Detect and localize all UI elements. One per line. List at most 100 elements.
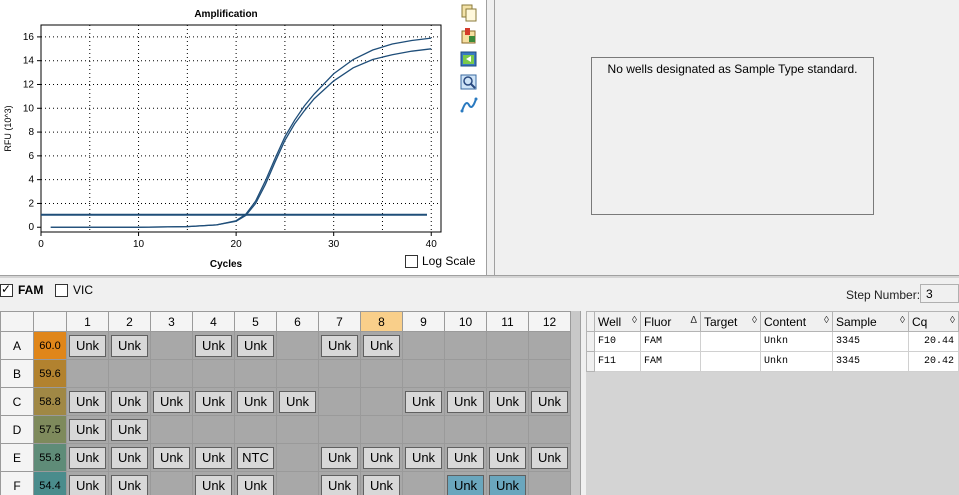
plate-well[interactable]: [150, 359, 193, 388]
plate-well[interactable]: Unk: [150, 443, 193, 472]
plate-well[interactable]: Unk: [528, 387, 571, 416]
plate-well[interactable]: [528, 359, 571, 388]
plate-well[interactable]: [360, 387, 403, 416]
plate-well[interactable]: [360, 359, 403, 388]
plate-row-header[interactable]: E: [0, 443, 34, 472]
plate-well[interactable]: [276, 415, 319, 444]
plate-well[interactable]: [192, 359, 235, 388]
well-button[interactable]: Unk: [279, 390, 316, 413]
well-button[interactable]: NTC: [237, 446, 274, 469]
plate-well[interactable]: [318, 359, 361, 388]
well-button[interactable]: Unk: [111, 334, 148, 357]
plate-well[interactable]: [486, 359, 529, 388]
well-button[interactable]: Unk: [153, 390, 190, 413]
step-number-field[interactable]: 3: [920, 284, 959, 303]
plate-well[interactable]: NTC: [234, 443, 277, 472]
plate-well[interactable]: Unk: [276, 387, 319, 416]
well-button[interactable]: Unk: [237, 390, 274, 413]
log-scale-checkbox[interactable]: [405, 254, 418, 268]
plate-column-10[interactable]: 10: [444, 311, 487, 332]
plate-column-5[interactable]: 5: [234, 311, 277, 332]
well-button[interactable]: Unk: [237, 334, 274, 357]
plate-row-header[interactable]: F: [0, 471, 34, 495]
plate-column-12[interactable]: 12: [528, 311, 571, 332]
plate-column-1[interactable]: 1: [66, 311, 109, 332]
plate-column-2[interactable]: 2: [108, 311, 151, 332]
results-col-fluor[interactable]: Fluor Δ: [640, 311, 701, 332]
horizontal-splitter[interactable]: [0, 275, 959, 278]
plate-column-6[interactable]: 6: [276, 311, 319, 332]
plate-well[interactable]: [108, 359, 151, 388]
row-indicator[interactable]: [586, 331, 595, 352]
log-scale-toggle[interactable]: Log Scale: [405, 254, 475, 268]
plate-well[interactable]: Unk: [486, 387, 529, 416]
plate-well[interactable]: Unk: [318, 331, 361, 360]
well-button[interactable]: Unk: [69, 474, 106, 495]
well-button[interactable]: Unk: [447, 474, 484, 495]
vertical-splitter[interactable]: [487, 0, 495, 275]
plate-well[interactable]: Unk: [318, 443, 361, 472]
well-button[interactable]: Unk: [489, 446, 526, 469]
plate-well[interactable]: Unk: [360, 331, 403, 360]
plate-well[interactable]: [150, 415, 193, 444]
well-button[interactable]: Unk: [321, 334, 358, 357]
plate-column-3[interactable]: 3: [150, 311, 193, 332]
plate-well[interactable]: Unk: [108, 387, 151, 416]
plate-well[interactable]: [528, 331, 571, 360]
well-button[interactable]: Unk: [489, 474, 526, 495]
plate-well[interactable]: [402, 331, 445, 360]
plate-well[interactable]: Unk: [528, 443, 571, 472]
plate-well[interactable]: [444, 415, 487, 444]
results-col-target[interactable]: Target ◊: [700, 311, 761, 332]
plate-well[interactable]: [318, 387, 361, 416]
fam-checkbox[interactable]: [0, 282, 13, 297]
plate-well[interactable]: [444, 359, 487, 388]
plate-well[interactable]: [150, 471, 193, 495]
plate-well[interactable]: [318, 415, 361, 444]
plate-well[interactable]: Unk: [444, 387, 487, 416]
plate-well[interactable]: Unk: [66, 471, 109, 495]
well-button[interactable]: Unk: [405, 390, 442, 413]
sort-icon[interactable]: ◊: [752, 315, 757, 326]
well-button[interactable]: Unk: [531, 446, 568, 469]
copy-icon[interactable]: [458, 2, 480, 24]
plate-well[interactable]: [234, 359, 277, 388]
plate-column-4[interactable]: 4: [192, 311, 235, 332]
plate-well[interactable]: [66, 359, 109, 388]
plate-well[interactable]: Unk: [66, 331, 109, 360]
plate-well[interactable]: Unk: [108, 415, 151, 444]
amplification-chart[interactable]: 0 10 20 30 40 0 2 4 6 8 10 12 14 16 Amplification Cycle…: [0, 0, 455, 275]
plate-well[interactable]: [276, 331, 319, 360]
plate-well[interactable]: Unk: [444, 443, 487, 472]
plate-well[interactable]: Unk: [234, 471, 277, 495]
plate-well[interactable]: Unk: [318, 471, 361, 495]
results-col-cq[interactable]: Cq ◊: [908, 311, 959, 332]
plate-well[interactable]: Unk: [108, 471, 151, 495]
plate-well[interactable]: Unk: [192, 387, 235, 416]
sort-icon[interactable]: ◊: [632, 315, 637, 326]
plate-column-9[interactable]: 9: [402, 311, 445, 332]
plate-well[interactable]: [486, 331, 529, 360]
plate-well[interactable]: [360, 415, 403, 444]
plate-well[interactable]: Unk: [150, 387, 193, 416]
well-button[interactable]: Unk: [69, 418, 106, 441]
well-button[interactable]: Unk: [69, 334, 106, 357]
plate-well[interactable]: Unk: [192, 443, 235, 472]
well-button[interactable]: Unk: [69, 446, 106, 469]
well-button[interactable]: Unk: [195, 334, 232, 357]
refresh-icon[interactable]: [458, 48, 480, 70]
well-button[interactable]: Unk: [195, 390, 232, 413]
plate-well[interactable]: Unk: [66, 387, 109, 416]
plate-well[interactable]: Unk: [108, 331, 151, 360]
plate-row-header[interactable]: A: [0, 331, 34, 360]
well-button[interactable]: Unk: [111, 390, 148, 413]
curve-settings-icon[interactable]: [458, 94, 480, 116]
well-button[interactable]: Unk: [111, 474, 148, 495]
plate-well[interactable]: [192, 415, 235, 444]
plate-well[interactable]: [276, 443, 319, 472]
sort-icon[interactable]: ◊: [900, 315, 905, 326]
sort-icon[interactable]: ◊: [950, 315, 955, 326]
plate-well[interactable]: Unk: [234, 387, 277, 416]
plate-well[interactable]: [276, 471, 319, 495]
plate-well[interactable]: [486, 415, 529, 444]
